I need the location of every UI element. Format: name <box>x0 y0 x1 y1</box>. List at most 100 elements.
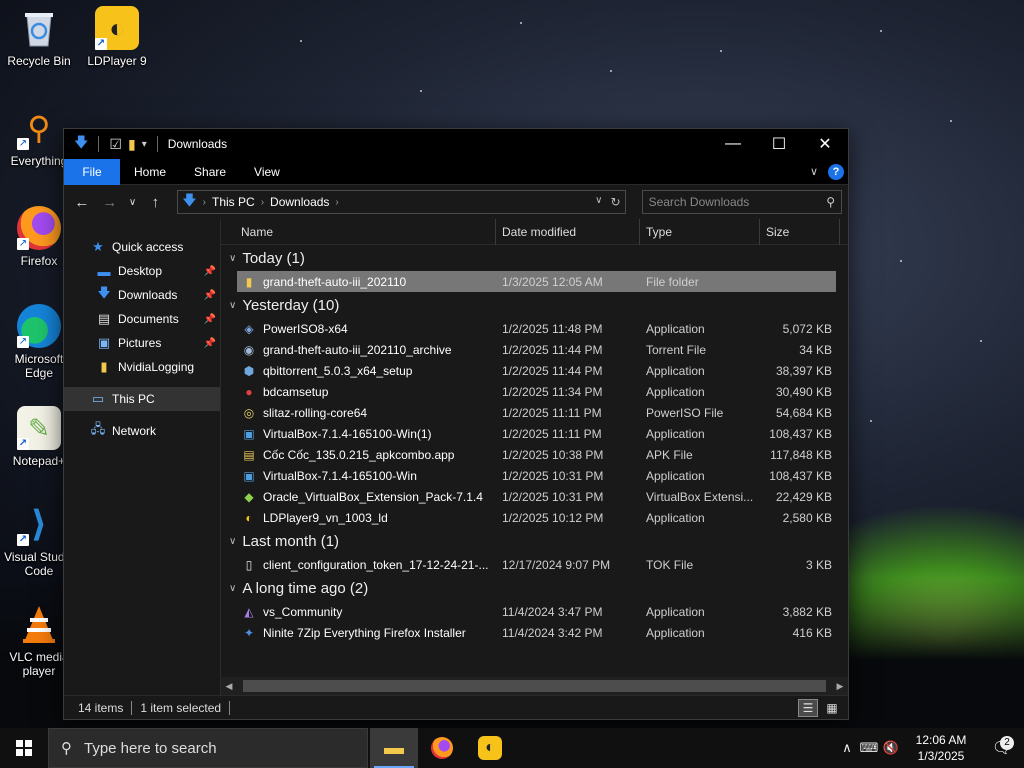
new-folder-icon[interactable]: ▮ <box>128 136 136 153</box>
sidebar-item-network[interactable]: 🖧 Network <box>64 419 220 443</box>
address-bar[interactable]: 🡇 › This PC › Downloads › ∨ ↻ <box>177 190 626 214</box>
sidebar-item-this-pc[interactable]: ▭ This PC <box>64 387 220 411</box>
horizontal-scrollbar[interactable]: ◀ ▶ <box>221 677 848 695</box>
forward-icon[interactable]: → <box>98 194 122 211</box>
minimize-button[interactable]: — <box>710 129 756 159</box>
file-row[interactable]: ◉ grand-theft-auto-iii_202110_archive 1/2/… <box>237 339 836 360</box>
file-name: VirtualBox-7.1.4-165100-Win <box>263 468 417 483</box>
recent-locations-icon[interactable]: ∨ <box>126 197 140 208</box>
sidebar-item-pictures[interactable]: ▣ Pictures 📌 <box>64 331 220 355</box>
chevron-right-icon[interactable]: › <box>335 197 338 208</box>
folder-icon: ▮ <box>100 359 108 374</box>
group-collapse-icon[interactable]: ∨ <box>229 536 236 547</box>
desktop-icon-ldplayer[interactable]: ◐ ↗ LDPlayer 9 <box>80 6 154 68</box>
sidebar-item-desktop[interactable]: ▬ Desktop 📌 <box>64 259 220 283</box>
file-row[interactable]: ◈ PowerISO8-x64 1/2/2025 11:48 PM Applicati… <box>237 318 836 339</box>
column-header-type[interactable]: Type <box>640 218 760 245</box>
file-row[interactable]: ▣ VirtualBox-7.1.4-165100-Win(1) 1/2/2025 … <box>237 423 836 444</box>
file-date: 1/2/2025 10:31 PM <box>502 489 604 504</box>
group-collapse-icon[interactable]: ∨ <box>229 583 236 594</box>
sidebar-item-downloads[interactable]: 🡇 Downloads 📌 <box>64 283 220 307</box>
taskbar-ldplayer[interactable]: ◐ <box>466 728 514 768</box>
large-icons-view-icon[interactable]: ▦ <box>822 699 842 717</box>
search-input[interactable]: Search Downloads ⚲ <box>641 190 842 214</box>
sidebar-item-quick-access[interactable]: ★ Quick access <box>64 235 220 259</box>
pictures-icon: ▣ <box>97 335 111 350</box>
back-icon[interactable]: ← <box>70 194 94 211</box>
chevron-right-icon[interactable]: › <box>261 197 264 208</box>
tab-file[interactable]: File <box>64 158 120 185</box>
breadcrumb-downloads[interactable]: Downloads <box>270 195 329 209</box>
tab-share[interactable]: Share <box>180 159 240 185</box>
file-row[interactable]: ◎ slitaz-rolling-core64 1/2/2025 11:11 PM P… <box>237 402 836 423</box>
maximize-button[interactable]: ☐ <box>756 129 802 159</box>
taskbar-search-box[interactable]: ⚲ Type here to search <box>48 728 368 768</box>
properties-icon[interactable]: ☑ <box>109 136 122 153</box>
file-type: File folder <box>646 274 699 289</box>
column-header-size[interactable]: Size <box>760 218 840 245</box>
chevron-right-icon[interactable]: › <box>203 197 206 208</box>
refresh-icon[interactable]: ↻ <box>611 195 621 209</box>
scrollbar-thumb[interactable] <box>243 680 826 692</box>
scroll-left-icon[interactable]: ◀ <box>221 681 237 692</box>
start-button[interactable] <box>0 728 48 768</box>
volume-muted-icon[interactable]: 🔇 <box>880 740 902 756</box>
tab-view[interactable]: View <box>240 159 294 185</box>
taskbar-firefox[interactable] <box>418 728 466 768</box>
sidebar-item-nvidialogging[interactable]: ▮ NvidiaLogging <box>64 355 220 379</box>
file-date: 1/2/2025 11:44 PM <box>502 363 603 378</box>
desktop-icon-label: Notepad+ <box>12 454 66 468</box>
group-header[interactable]: ∨ A long time ago (2) <box>221 575 848 601</box>
help-icon[interactable]: ? <box>828 163 844 180</box>
sidebar-item-label: Downloads <box>118 288 178 302</box>
documents-icon: ▤ <box>97 311 111 326</box>
folder-icon: ▮ <box>245 274 253 289</box>
column-header-name[interactable]: Name <box>221 218 496 245</box>
file-row[interactable]: ⬢ qbittorrent_5.0.3_x64_setup 1/2/2025 11:… <box>237 360 836 381</box>
file-row[interactable]: ◭ vs_Community 11/4/2024 3:47 PM Applicatio… <box>237 601 836 622</box>
file-name-cell: ▣ VirtualBox-7.1.4-165100-Win <box>237 468 496 484</box>
show-hidden-icons-icon[interactable]: ∧ <box>836 740 858 756</box>
file-size: 30,490 KB <box>775 384 832 399</box>
file-row[interactable]: ● bdcamsetup 1/2/2025 11:34 PM Application 3… <box>237 381 836 402</box>
close-button[interactable]: ✕ <box>802 129 848 159</box>
taskbar-file-explorer[interactable]: ▬ <box>370 728 418 768</box>
ldplayer-icon: ◐ <box>478 736 502 760</box>
quick-access-dropdown-icon[interactable]: ▾ <box>142 139 147 150</box>
clock[interactable]: 12:06 AM 1/3/2025 <box>902 732 980 764</box>
file-row[interactable]: ◆ Oracle_VirtualBox_Extension_Pack-7.1.4 1… <box>237 486 836 507</box>
virtualbox-icon: ▣ <box>243 468 255 483</box>
scroll-right-icon[interactable]: ▶ <box>832 681 848 692</box>
sidebar-item-label: Quick access <box>112 240 184 254</box>
address-dropdown-icon[interactable]: ∨ <box>595 195 602 209</box>
title-bar[interactable]: 🡇 ☑ ▮ ▾ Downloads — ☐ ✕ <box>64 129 848 159</box>
group-collapse-icon[interactable]: ∨ <box>229 253 236 264</box>
file-date: 1/2/2025 10:31 PM <box>502 468 604 483</box>
file-row[interactable]: ◐ LDPlayer9_vn_1003_ld 1/2/2025 10:12 PM Ap… <box>237 507 836 528</box>
group-collapse-icon[interactable]: ∨ <box>229 300 236 311</box>
breadcrumb-this-pc[interactable]: This PC <box>212 195 255 209</box>
expand-ribbon-icon[interactable]: ∨ <box>810 165 818 178</box>
sidebar-item-documents[interactable]: ▤ Documents 📌 <box>64 307 220 331</box>
file-row[interactable]: ▣ VirtualBox-7.1.4-165100-Win 1/2/2025 10:… <box>237 465 836 486</box>
up-icon[interactable]: ↑ <box>143 194 167 211</box>
details-view-icon[interactable]: ☰ <box>798 698 818 717</box>
group-header[interactable]: ∨ Last month (1) <box>221 528 848 554</box>
file-row[interactable]: ▮ grand-theft-auto-iii_202110 1/3/2025 12:… <box>237 271 836 292</box>
file-type: PowerISO File <box>646 405 724 420</box>
system-tray: ∧ ⌨ 🔇 12:06 AM 1/3/2025 🗨 2 <box>836 728 1024 768</box>
file-row[interactable]: ▤ Cốc Cốc_135.0.215_apkcombo.app 1/2/2025 … <box>237 444 836 465</box>
group-header[interactable]: ∨ Yesterday (10) <box>221 292 848 318</box>
desktop-icon-recycle-bin[interactable]: Recycle Bin <box>2 6 76 68</box>
file-row[interactable]: ✦ Ninite 7Zip Everything Firefox Installe… <box>237 622 836 643</box>
file-row[interactable]: ▯ client_configuration_token_17-12-24-21-… <box>237 554 836 575</box>
everything-search-icon: ⚲ ↗ <box>17 110 51 150</box>
file-date: 1/3/2025 12:05 AM <box>502 274 603 289</box>
group-header[interactable]: ∨ Today (1) <box>221 245 848 271</box>
column-header-date[interactable]: Date modified <box>496 218 640 245</box>
tab-home[interactable]: Home <box>120 159 180 185</box>
network-disconnected-icon[interactable]: ⌨ <box>858 740 880 756</box>
group-title: Today (1) <box>242 249 305 267</box>
file-explorer-window: 🡇 ☑ ▮ ▾ Downloads — ☐ ✕ File Home Share … <box>63 128 849 720</box>
notification-center-button[interactable]: 🗨 2 <box>980 736 1024 758</box>
